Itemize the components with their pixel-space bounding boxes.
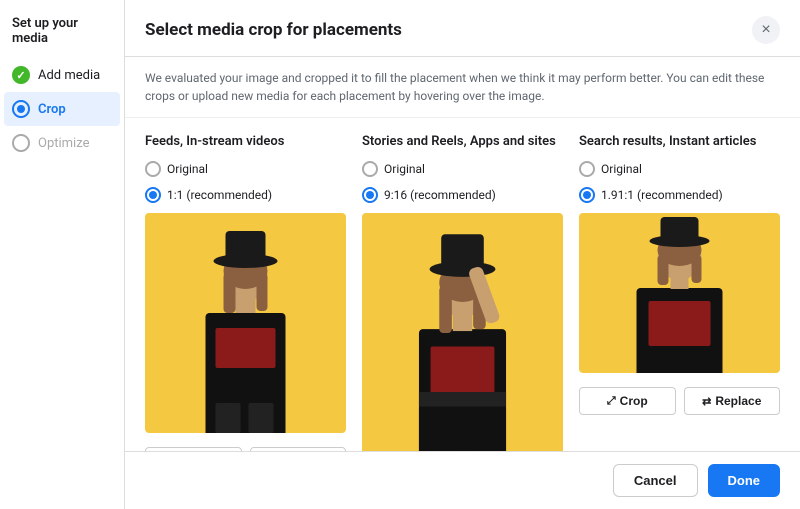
- image-search: [579, 213, 780, 373]
- dialog: Select media crop for placements × We ev…: [125, 0, 800, 509]
- column-title-search: Search results, Instant articles: [579, 134, 780, 149]
- radio-row-feeds-original[interactable]: Original: [145, 161, 346, 177]
- radio-label-search-original: Original: [601, 162, 642, 176]
- cancel-button[interactable]: Cancel: [613, 464, 698, 497]
- crop-button-search[interactable]: ⤢ Crop: [579, 387, 676, 415]
- dialog-content: Feeds, In-stream videos Original 1:1 (re…: [125, 118, 800, 451]
- image-stories: [362, 213, 563, 451]
- sidebar-item-optimize[interactable]: Optimize: [0, 126, 124, 160]
- replace-icon-search: ⇄: [702, 395, 711, 408]
- radio-label-stories-original: Original: [384, 162, 425, 176]
- radio-row-stories-recommended[interactable]: 9:16 (recommended): [362, 187, 563, 203]
- sidebar-label-add-media: Add media: [38, 68, 100, 83]
- done-button[interactable]: Done: [708, 464, 781, 497]
- crop-column-search: Search results, Instant articles Origina…: [579, 134, 780, 415]
- crop-column-stories: Stories and Reels, Apps and sites Origin…: [362, 134, 563, 451]
- dialog-footer: Cancel Done: [125, 451, 800, 509]
- radio-original-search[interactable]: [579, 161, 595, 177]
- dialog-header: Select media crop for placements ×: [125, 0, 800, 57]
- check-icon: [12, 66, 30, 84]
- photo-sim-stories: [362, 213, 563, 451]
- crop-column-feeds: Feeds, In-stream videos Original 1:1 (re…: [145, 134, 346, 451]
- radio-label-feeds-original: Original: [167, 162, 208, 176]
- radio-recommended-stories[interactable]: [362, 187, 378, 203]
- btn-row-search: ⤢ Crop ⇄ Replace: [579, 387, 780, 415]
- close-button[interactable]: ×: [752, 16, 780, 44]
- sidebar-label-optimize: Optimize: [38, 136, 89, 151]
- sidebar-label-crop: Crop: [38, 102, 66, 117]
- radio-label-feeds-recommended: 1:1 (recommended): [167, 188, 272, 202]
- replace-button-search[interactable]: ⇄ Replace: [684, 387, 781, 415]
- radio-row-feeds-recommended[interactable]: 1:1 (recommended): [145, 187, 346, 203]
- radio-icon-crop: [12, 100, 30, 118]
- radio-row-search-original[interactable]: Original: [579, 161, 780, 177]
- crop-icon-search: ⤢: [607, 395, 616, 408]
- radio-original-feeds[interactable]: [145, 161, 161, 177]
- photo-sim-feeds: [145, 213, 346, 433]
- radio-label-stories-recommended: 9:16 (recommended): [384, 188, 496, 202]
- photo-sim-search: [579, 213, 780, 373]
- sidebar-item-add-media[interactable]: Add media: [0, 58, 124, 92]
- radio-recommended-search[interactable]: [579, 187, 595, 203]
- radio-row-stories-original[interactable]: Original: [362, 161, 563, 177]
- dialog-title: Select media crop for placements: [145, 20, 402, 40]
- radio-row-search-recommended[interactable]: 1.91:1 (recommended): [579, 187, 780, 203]
- radio-original-stories[interactable]: [362, 161, 378, 177]
- sidebar: Set up your media Add media Crop Optimiz…: [0, 0, 125, 509]
- sidebar-item-crop[interactable]: Crop: [4, 92, 120, 126]
- column-title-stories: Stories and Reels, Apps and sites: [362, 134, 563, 149]
- circle-icon-optimize: [12, 134, 30, 152]
- dialog-description: We evaluated your image and cropped it t…: [125, 57, 800, 118]
- image-feeds: [145, 213, 346, 433]
- radio-label-search-recommended: 1.91:1 (recommended): [601, 188, 723, 202]
- sidebar-title: Set up your media: [0, 16, 124, 58]
- column-title-feeds: Feeds, In-stream videos: [145, 134, 346, 149]
- radio-recommended-feeds[interactable]: [145, 187, 161, 203]
